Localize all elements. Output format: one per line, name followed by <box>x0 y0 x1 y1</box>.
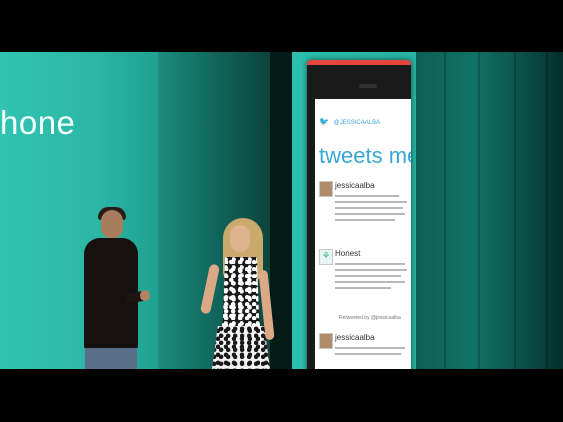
woman-dress-skirt <box>212 326 270 369</box>
projected-phone: N 🐦 @JESSICAALBA tweets ment jessicaalba <box>307 60 411 369</box>
tweet-author: jessicaalba <box>335 181 375 190</box>
tweet-text-line <box>335 263 405 265</box>
app-title: tweets ment <box>319 143 411 168</box>
left-screen-text: hone <box>0 104 76 141</box>
tweet-author: jessicaalba <box>335 333 375 342</box>
tweet-text-line <box>335 201 407 203</box>
tweet-text-line <box>335 213 405 215</box>
tweet-item: ⚘ Honest Retweeted by @jessicaalba <box>319 249 411 321</box>
tweet-item: jessicaalba <box>319 333 411 367</box>
man-head <box>101 210 123 238</box>
phone-screen: 🐦 @JESSICAALBA tweets ment jessicaalba ⚘… <box>315 99 411 369</box>
stage-light-spill <box>158 52 278 369</box>
twitter-bird-icon: 🐦 <box>319 117 329 126</box>
phone-speaker <box>359 84 377 88</box>
curtain-fold <box>444 52 446 369</box>
retweet-note: Retweeted by @jessicaalba <box>339 315 401 321</box>
man-jeans <box>85 348 137 369</box>
twitter-header: 🐦 @JESSICAALBA <box>319 117 380 126</box>
avatar <box>319 333 333 349</box>
brand-avatar-icon: ⚘ <box>319 249 333 265</box>
tweet-item: jessicaalba <box>319 181 411 225</box>
video-frame: hone N 🐦 @JESSICAALBA tweets ment jes <box>0 0 563 422</box>
tweet-text-line <box>335 207 403 209</box>
stage-scene: hone N 🐦 @JESSICAALBA tweets ment jes <box>0 52 563 369</box>
tweet-text-line <box>335 219 395 221</box>
curtain-fold <box>514 52 516 369</box>
man-hand <box>140 290 150 301</box>
tweet-text-line <box>335 287 391 289</box>
tweet-text-line <box>335 281 405 283</box>
woman-face <box>230 225 250 252</box>
twitter-handle: @JESSICAALBA <box>333 120 381 126</box>
tweet-text-line <box>335 275 401 277</box>
tweet-text-line <box>335 195 399 197</box>
curtain-fold <box>478 52 480 369</box>
curtain-fold <box>546 52 548 369</box>
tweet-text-line <box>335 347 405 349</box>
avatar <box>319 181 333 197</box>
tweet-text-line <box>335 269 407 271</box>
tweet-text-line <box>335 353 401 355</box>
tweet-author: Honest <box>335 249 361 258</box>
stage-curtain <box>416 52 563 369</box>
